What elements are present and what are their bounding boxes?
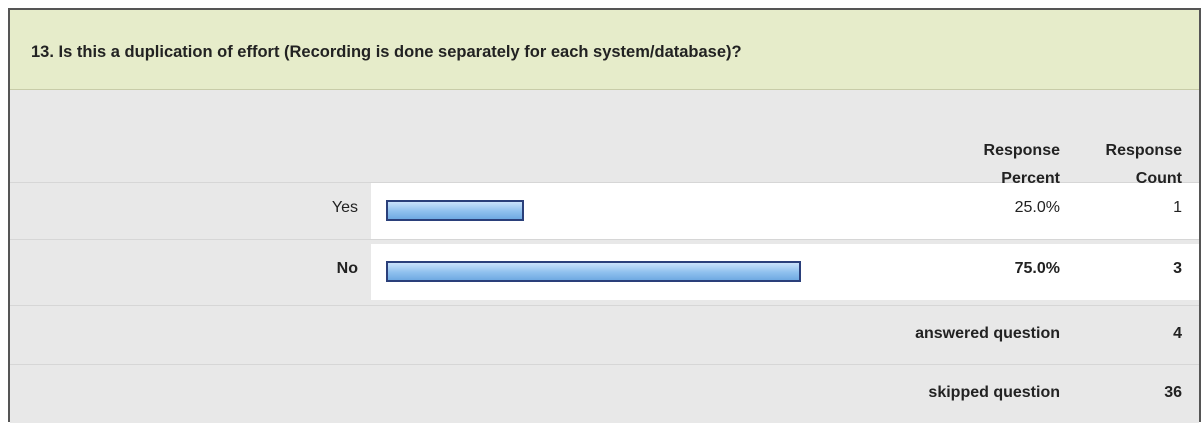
row-divider (10, 239, 1199, 240)
skipped-question-label: skipped question (928, 384, 1060, 401)
answer-label: Yes (331, 199, 358, 216)
table-row: No 75.0% 3 (10, 244, 1199, 300)
bar-area (371, 244, 1199, 300)
question-title: 13. Is this a duplication of effort (Rec… (31, 43, 742, 61)
response-count: 3 (1173, 260, 1182, 277)
response-count: 1 (1173, 199, 1182, 216)
response-bar (386, 261, 801, 282)
response-percent: 75.0% (1014, 260, 1060, 277)
response-percent: 25.0% (1014, 199, 1060, 216)
bar-area (371, 183, 1199, 239)
answer-label: No (336, 260, 358, 277)
answered-question-row: answered question 4 (10, 306, 1199, 364)
response-bar (386, 200, 524, 221)
skipped-question-value: 36 (1164, 384, 1182, 401)
answered-question-label: answered question (915, 325, 1060, 342)
answered-question-value: 4 (1173, 325, 1182, 342)
table-row: Yes 25.0% 1 (10, 183, 1199, 239)
column-header-row: Response Percent Response Count (10, 90, 1199, 187)
survey-question-panel: 13. Is this a duplication of effort (Rec… (8, 8, 1201, 423)
question-header: 13. Is this a duplication of effort (Rec… (10, 10, 1199, 90)
skipped-question-row: skipped question 36 (10, 365, 1199, 423)
